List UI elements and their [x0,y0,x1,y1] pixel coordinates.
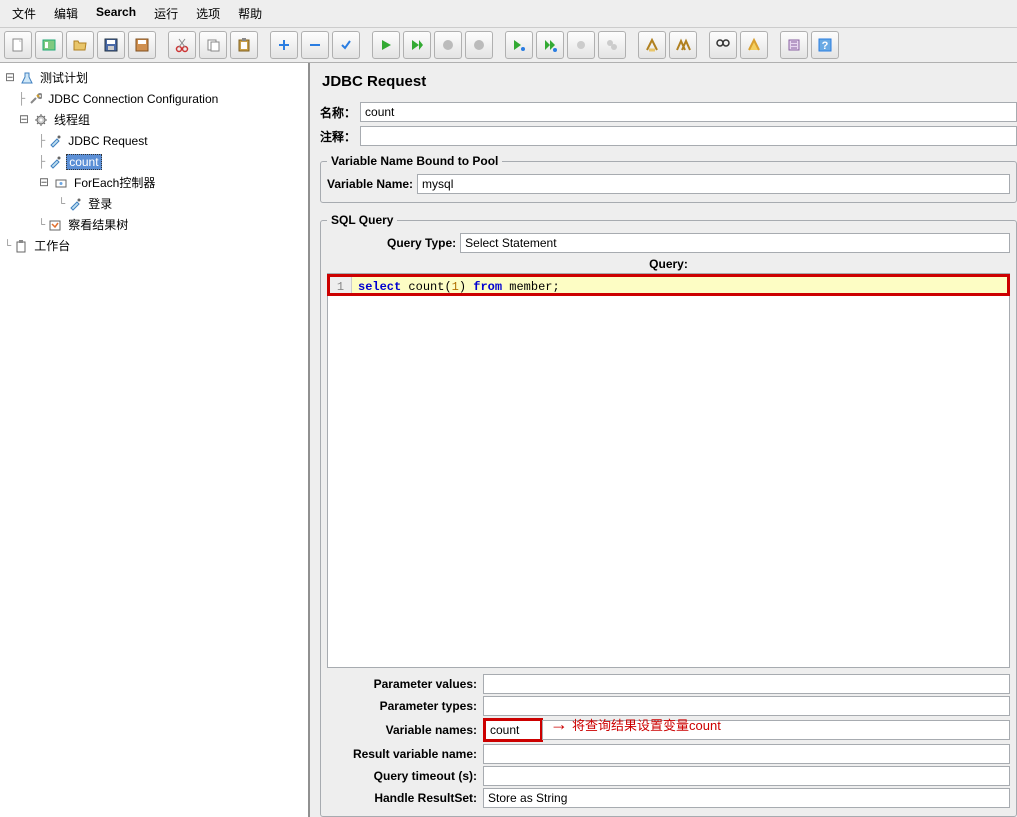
sql-code-line: select count(1) from member; [352,277,1007,293]
var-names-input[interactable] [483,718,543,742]
var-name-label: Variable Name: [327,177,413,191]
menu-run[interactable]: 运行 [146,2,186,25]
tree-node-count[interactable]: ├ count [0,151,308,172]
name-input[interactable] [360,102,1017,122]
clipboard-icon [13,238,29,254]
tree-panel: ⊟ 测试计划 ├ JDBC Connection Configuration ⊟… [0,63,310,817]
comment-input[interactable] [360,126,1017,146]
remote-stop-all-button[interactable] [598,31,626,59]
wrench-icon [27,91,43,107]
help-button[interactable]: ? [811,31,839,59]
menubar: 文件 编辑 Search 运行 选项 帮助 [0,0,1017,28]
menu-search[interactable]: Search [88,2,144,25]
toggle-button[interactable] [332,31,360,59]
controller-icon [53,175,69,191]
menu-help[interactable]: 帮助 [230,2,270,25]
tree-toggle-icon[interactable]: ⊟ [38,175,50,190]
comment-label: 注释： [320,128,356,145]
tree-node-threadgroup[interactable]: ⊟ 线程组 [0,109,308,130]
arrow-icon: → [550,714,568,735]
menu-options[interactable]: 选项 [188,2,228,25]
search-button[interactable] [709,31,737,59]
start-no-timers-button[interactable] [403,31,431,59]
tree-toggle-icon[interactable]: ⊟ [4,70,16,85]
collapse-button[interactable] [301,31,329,59]
query-timeout-label: Query timeout (s): [327,769,477,783]
sql-code-editor[interactable]: 1 select count(1) from member; [327,274,1010,296]
query-type-label: Query Type: [327,236,456,250]
remote-stop-button[interactable] [567,31,595,59]
query-timeout-input[interactable] [483,766,1010,786]
sql-editor-area[interactable] [327,296,1010,668]
result-var-label: Result variable name: [327,747,477,761]
tree-node-jdbc-conn[interactable]: ├ JDBC Connection Configuration [0,88,308,109]
save-button[interactable] [97,31,125,59]
menu-edit[interactable]: 编辑 [46,2,86,25]
start-button[interactable] [372,31,400,59]
annotation: → 将查询结果设置变量count [550,714,721,735]
shutdown-button[interactable] [465,31,493,59]
tree-node-testplan[interactable]: ⊟ 测试计划 [0,67,308,88]
save-as-button[interactable] [128,31,156,59]
results-icon [47,217,63,233]
tree-node-jdbc-request[interactable]: ├ JDBC Request [0,130,308,151]
remote-start-button[interactable] [505,31,533,59]
param-types-label: Parameter types: [327,699,477,713]
open-button[interactable] [66,31,94,59]
clear-button[interactable] [638,31,666,59]
copy-button[interactable] [199,31,227,59]
beaker-icon [19,70,35,86]
line-number: 1 [330,277,352,293]
tree-toggle-icon[interactable]: ⊟ [18,112,30,127]
cut-button[interactable] [168,31,196,59]
var-name-input[interactable] [417,174,1010,194]
param-values-label: Parameter values: [327,677,477,691]
result-var-input[interactable] [483,744,1010,764]
handle-rs-select[interactable] [483,788,1010,808]
new-file-button[interactable] [4,31,32,59]
menu-file[interactable]: 文件 [4,2,44,25]
content-panel: JDBC Request 名称： 注释： Variable Name Bound… [310,63,1017,817]
query-column-header: Query: [327,255,1010,274]
clear-all-button[interactable] [669,31,697,59]
var-names-label: Variable names: [327,723,477,737]
panel-title: JDBC Request [320,69,1017,100]
tree-node-workbench[interactable]: └ 工作台 [0,235,308,256]
dropper-icon [47,133,63,149]
toolbar: ? [0,28,1017,63]
pool-fieldset: Variable Name Bound to Pool Variable Nam… [320,154,1017,203]
dropper-icon [47,154,63,170]
gear-icon [33,112,49,128]
annotation-text: 将查询结果设置变量count [572,715,721,734]
tree-node-viewresults[interactable]: └ 察看结果树 [0,214,308,235]
param-types-input[interactable] [483,696,1010,716]
function-helper-button[interactable] [780,31,808,59]
reset-search-button[interactable] [740,31,768,59]
query-type-select[interactable] [460,233,1010,253]
tree-node-login[interactable]: └ 登录 [0,193,308,214]
handle-rs-label: Handle ResultSet: [327,791,477,805]
tree-node-foreach[interactable]: ⊟ ForEach控制器 [0,172,308,193]
stop-button[interactable] [434,31,462,59]
remote-start-all-button[interactable] [536,31,564,59]
dropper-icon [67,196,83,212]
svg-text:?: ? [822,40,829,52]
param-values-input[interactable] [483,674,1010,694]
pool-legend: Variable Name Bound to Pool [327,154,502,168]
expand-button[interactable] [270,31,298,59]
name-label: 名称： [320,104,356,121]
templates-button[interactable] [35,31,63,59]
sql-legend: SQL Query [327,213,397,227]
paste-button[interactable] [230,31,258,59]
